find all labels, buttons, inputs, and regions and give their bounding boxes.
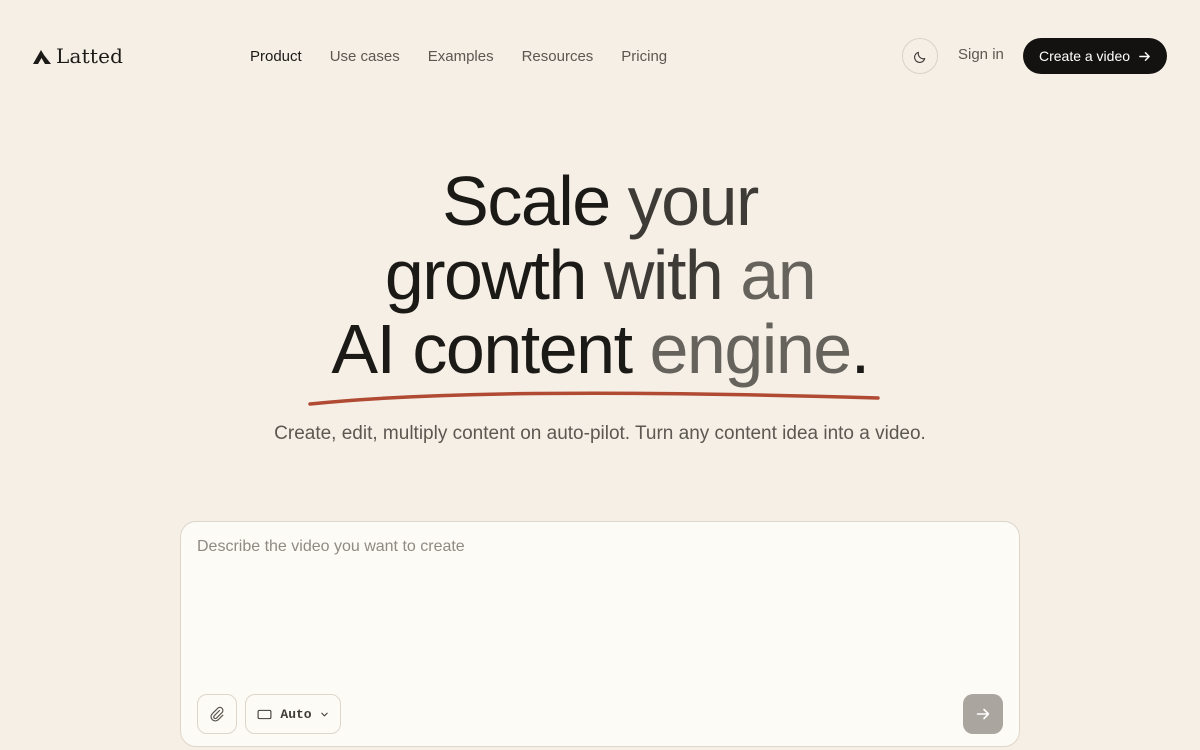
- hero-word: AI content: [331, 310, 633, 388]
- hero-headline: Scale your growth with an AI content eng…: [0, 164, 1200, 386]
- moon-icon: [913, 51, 925, 63]
- hero-word: Scale: [442, 162, 611, 240]
- theme-toggle-button[interactable]: [902, 38, 938, 74]
- site-header: Latted Product Use cases Examples Resour…: [0, 0, 1200, 112]
- landing-page: Latted Product Use cases Examples Resour…: [0, 0, 1200, 750]
- nav-item-product[interactable]: Product: [250, 48, 302, 65]
- hero-word: an: [722, 236, 816, 314]
- hero-line-3: AI content engine.: [0, 312, 1200, 386]
- hero-word: with: [585, 236, 724, 314]
- hero-word: .: [850, 310, 870, 388]
- chevron-down-icon: [320, 712, 328, 716]
- sign-in-link[interactable]: Sign in: [958, 46, 1004, 63]
- create-video-button[interactable]: Create a video: [1023, 38, 1167, 74]
- hero-word: growth: [384, 236, 588, 314]
- hero-line-2: growth with an: [0, 238, 1200, 312]
- brand-logo[interactable]: Latted: [32, 44, 123, 68]
- paperclip-icon: [210, 706, 224, 722]
- arrow-right-icon: [1139, 51, 1150, 61]
- video-description-input[interactable]: [197, 538, 997, 688]
- hero-word: your: [609, 162, 760, 240]
- latted-logo-icon: [33, 50, 51, 64]
- attach-file-button[interactable]: [197, 694, 237, 734]
- main-nav: Product Use cases Examples Resources Pri…: [250, 44, 667, 68]
- video-format-value: Auto: [280, 706, 312, 722]
- video-format-select[interactable]: Auto: [245, 694, 341, 734]
- nav-item-use-cases[interactable]: Use cases: [330, 48, 400, 65]
- video-prompt-box: Auto: [180, 521, 1020, 747]
- nav-item-resources[interactable]: Resources: [522, 48, 594, 65]
- nav-item-pricing[interactable]: Pricing: [621, 48, 667, 65]
- nav-item-examples[interactable]: Examples: [428, 48, 494, 65]
- hero-subtitle: Create, edit, multiply content on auto-p…: [274, 423, 926, 444]
- aspect-ratio-icon: [257, 709, 272, 719]
- create-video-label: Create a video: [1038, 48, 1131, 64]
- hero-line-1: Scale your: [0, 164, 1200, 238]
- hero-underline-decoration: [308, 391, 880, 406]
- arrow-right-icon: [976, 708, 990, 720]
- send-prompt-button[interactable]: [963, 694, 1003, 734]
- brand-name: Latted: [56, 44, 124, 68]
- hero-word: engine: [631, 310, 852, 388]
